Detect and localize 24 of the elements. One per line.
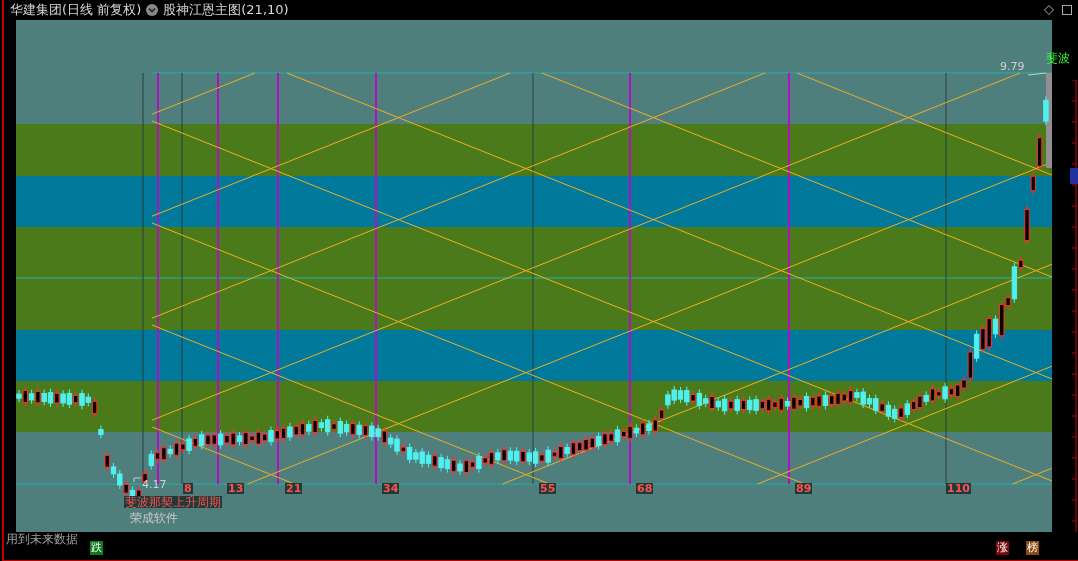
leader-line — [1027, 72, 1047, 76]
axis-label: 110 — [946, 483, 971, 494]
window-title: 华建集团(日线 前复权) — [10, 1, 142, 20]
signature-label: 荣成软件 — [130, 512, 178, 524]
axis-label: 8 — [183, 483, 193, 494]
price-label: 9.79 — [1000, 61, 1025, 72]
price-label: 4.17 — [142, 479, 167, 490]
signal-badge: 涨 — [996, 541, 1009, 555]
notice-text: 用到未来数据 — [6, 533, 78, 545]
axis-label: 21 — [285, 483, 303, 494]
chevron-down-icon[interactable] — [146, 4, 159, 16]
axis-label: 89 — [795, 483, 813, 494]
axis-label: 13 — [227, 483, 245, 494]
axis-label: 68 — [636, 483, 654, 494]
square-icon[interactable] — [1062, 5, 1072, 15]
signal-badge: 榜 — [1026, 541, 1039, 555]
signal-badge: 跌 — [90, 541, 103, 555]
axis-label: 34 — [382, 483, 400, 494]
diamond-icon[interactable] — [1044, 5, 1054, 15]
leader-line — [133, 477, 142, 483]
axis-label: 55 — [539, 483, 557, 494]
cycle-label: 斐波那契上升周期 — [124, 496, 222, 508]
edge-label: 斐波 — [1046, 52, 1071, 64]
indicator-name[interactable]: 股神江恩主图(21,10) — [163, 0, 289, 20]
